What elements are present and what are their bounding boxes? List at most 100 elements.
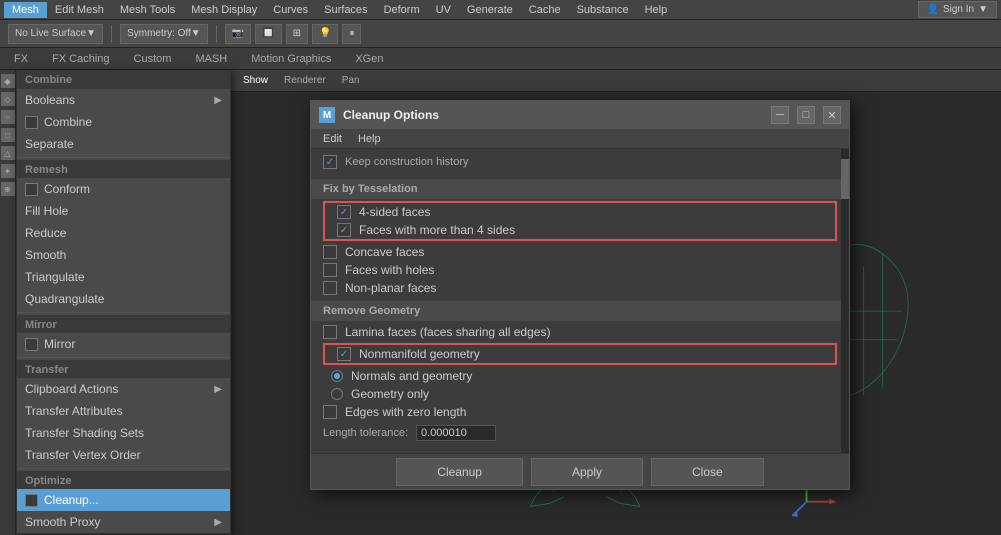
- 4-sided-faces-checkbox[interactable]: [337, 205, 351, 219]
- shelf-toolbar: FX FX Caching Custom MASH Motion Graphic…: [0, 48, 1001, 70]
- menu-item-uv[interactable]: UV: [428, 2, 459, 18]
- menu-item-curves[interactable]: Curves: [265, 2, 316, 18]
- menu-reduce[interactable]: Reduce: [17, 222, 230, 244]
- chevron-down-icon: ▼: [191, 28, 201, 39]
- 4-sided-faces-label: 4-sided faces: [359, 205, 430, 219]
- menu-item-deform[interactable]: Deform: [376, 2, 428, 18]
- menu-item-mesh[interactable]: Mesh: [4, 2, 47, 18]
- tool-icon-7[interactable]: ⊕: [1, 182, 15, 196]
- normals-and-geometry-label: Normals and geometry: [351, 369, 472, 383]
- menu-clipboard-actions[interactable]: Clipboard Actions ▶: [17, 378, 230, 400]
- menu-mirror[interactable]: Mirror: [17, 333, 230, 355]
- dialog-maximize-button[interactable]: □: [797, 106, 815, 124]
- normals-and-geometry-radio[interactable]: [331, 370, 343, 382]
- menu-fill-hole[interactable]: Fill Hole: [17, 200, 230, 222]
- menu-item-generate[interactable]: Generate: [459, 2, 521, 18]
- shelf-fx-caching[interactable]: FX Caching: [46, 51, 115, 67]
- divider-1: [17, 157, 230, 158]
- tool-icon-4[interactable]: □: [1, 128, 15, 142]
- toolbar-separator-1: [111, 25, 112, 43]
- viewport-panels[interactable]: Pan: [338, 74, 364, 87]
- fix-by-tesselation-header: Fix by Tesselation: [311, 179, 849, 199]
- menu-item-mesh-tools[interactable]: Mesh Tools: [112, 2, 183, 18]
- non-planar-faces-checkbox[interactable]: [323, 281, 337, 295]
- menu-transfer-attributes[interactable]: Transfer Attributes: [17, 400, 230, 422]
- menu-combine[interactable]: Combine: [17, 111, 230, 133]
- menu-smooth[interactable]: Smooth: [17, 244, 230, 266]
- viewport-renderer[interactable]: Renderer: [280, 74, 330, 87]
- apply-button[interactable]: Apply: [531, 458, 643, 486]
- menu-booleans[interactable]: Booleans ▶: [17, 89, 230, 111]
- tool-icon-6[interactable]: ✦: [1, 164, 15, 178]
- nonmanifold-geometry-label: Nonmanifold geometry: [359, 347, 480, 361]
- menu-separate[interactable]: Separate: [17, 133, 230, 155]
- dialog-scrollbar[interactable]: [841, 149, 849, 453]
- menu-transfer-shading[interactable]: Transfer Shading Sets: [17, 422, 230, 444]
- shelf-fx[interactable]: FX: [8, 51, 34, 67]
- dialog-footer: Cleanup Apply Close: [311, 453, 849, 489]
- grid-icon-btn[interactable]: ⊞: [286, 24, 308, 44]
- tool-icon-5[interactable]: △: [1, 146, 15, 160]
- arrow-icon: ▶: [214, 95, 222, 106]
- dialog-scrollbar-thumb[interactable]: [841, 159, 849, 199]
- keep-history-label: Keep construction history: [345, 156, 469, 168]
- dialog-minimize-button[interactable]: ─: [771, 106, 789, 124]
- keep-history-checkbox[interactable]: [323, 155, 337, 169]
- nonmanifold-highlight-box: Nonmanifold geometry: [323, 343, 837, 365]
- sign-in-button[interactable]: 👤 Sign In ▼: [918, 1, 998, 18]
- menu-item-surfaces[interactable]: Surfaces: [316, 2, 375, 18]
- length-tolerance-input[interactable]: [416, 425, 496, 441]
- menu-item-help[interactable]: Help: [637, 2, 676, 18]
- tool-icon-2[interactable]: ◇: [1, 92, 15, 106]
- cleanup-button[interactable]: Cleanup: [396, 458, 523, 486]
- dialog-menu-bar: Edit Help: [311, 129, 849, 149]
- faces-more-4-sides-checkbox[interactable]: [337, 223, 351, 237]
- left-toolbar: ◆ ◇ ○ □ △ ✦ ⊕: [0, 70, 16, 535]
- divider-4: [17, 468, 230, 469]
- dialog-close-button[interactable]: ✕: [823, 106, 841, 124]
- menu-item-cache[interactable]: Cache: [521, 2, 569, 18]
- dialog-menu-edit[interactable]: Edit: [315, 131, 350, 147]
- close-button[interactable]: Close: [651, 458, 764, 486]
- length-tolerance-row: Length tolerance:: [311, 421, 849, 445]
- camera-icon-btn[interactable]: 📷: [225, 24, 251, 44]
- viewport-show[interactable]: Show: [239, 74, 272, 87]
- pause-icon-btn[interactable]: ⏸: [342, 24, 361, 44]
- faces-more-4-sides-label: Faces with more than 4 sides: [359, 223, 515, 237]
- symmetry-dropdown[interactable]: Symmetry: Off ▼: [120, 24, 208, 44]
- shelf-xgen[interactable]: XGen: [349, 51, 389, 67]
- faces-with-holes-checkbox[interactable]: [323, 263, 337, 277]
- tool-icon-1[interactable]: ◆: [1, 74, 15, 88]
- arrow-icon-smooth-proxy: ▶: [214, 517, 222, 528]
- dialog-menu-help[interactable]: Help: [350, 131, 389, 147]
- lamina-faces-checkbox[interactable]: [323, 325, 337, 339]
- tool-icon-3[interactable]: ○: [1, 110, 15, 124]
- menu-cleanup[interactable]: Cleanup...: [17, 489, 230, 511]
- menu-transfer-vertex[interactable]: Transfer Vertex Order: [17, 444, 230, 466]
- menu-quadrangulate[interactable]: Quadrangulate: [17, 288, 230, 310]
- combine-checkbox: [25, 116, 38, 129]
- shelf-motion-graphics[interactable]: Motion Graphics: [245, 51, 337, 67]
- menu-smooth-proxy[interactable]: Smooth Proxy ▶: [17, 511, 230, 533]
- renderer-icon-btn[interactable]: 🔲: [255, 24, 281, 44]
- menu-item-edit-mesh[interactable]: Edit Mesh: [47, 2, 112, 18]
- nonmanifold-geometry-checkbox[interactable]: [337, 347, 351, 361]
- chevron-down-icon: ▼: [86, 28, 96, 39]
- menu-conform[interactable]: Conform: [17, 178, 230, 200]
- menu-item-substance[interactable]: Substance: [569, 2, 637, 18]
- shelf-mash[interactable]: MASH: [189, 51, 233, 67]
- dialog-content: Keep construction history Fix by Tessela…: [311, 149, 849, 453]
- edges-zero-length-row: Edges with zero length: [311, 403, 849, 421]
- light-icon-btn[interactable]: 💡: [312, 24, 338, 44]
- surface-dropdown[interactable]: No Live Surface ▼: [8, 24, 103, 44]
- mesh-dropdown-menu: Combine Booleans ▶ Combine Separate Reme…: [16, 70, 231, 534]
- chevron-down-icon: ▼: [978, 4, 988, 15]
- menu-triangulate[interactable]: Triangulate: [17, 266, 230, 288]
- edges-zero-length-checkbox[interactable]: [323, 405, 337, 419]
- concave-faces-checkbox[interactable]: [323, 245, 337, 259]
- concave-faces-row: Concave faces: [311, 243, 849, 261]
- geometry-only-row: Geometry only: [311, 385, 849, 403]
- geometry-only-radio[interactable]: [331, 388, 343, 400]
- shelf-custom[interactable]: Custom: [128, 51, 178, 67]
- menu-item-mesh-display[interactable]: Mesh Display: [183, 2, 265, 18]
